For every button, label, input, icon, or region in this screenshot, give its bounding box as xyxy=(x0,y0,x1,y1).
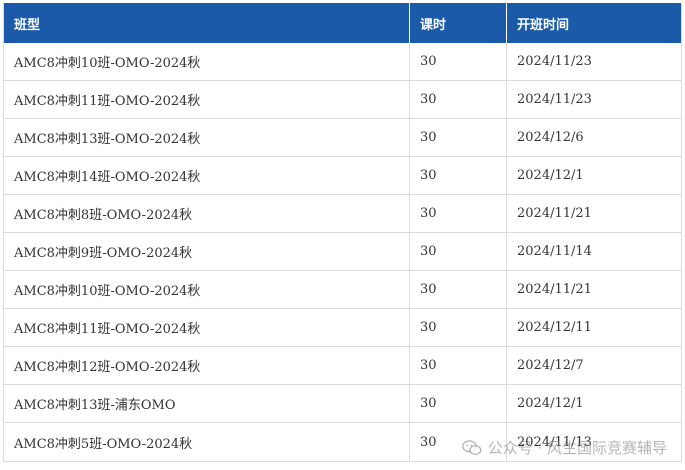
hours-cell: 30 xyxy=(410,81,507,118)
table-row: AMC8冲刺10班-OMO-2024秋 30 2024/11/23 xyxy=(4,43,681,81)
hours-cell: 30 xyxy=(410,385,507,422)
class-type-cell: AMC8冲刺10班-OMO-2024秋 xyxy=(4,271,410,308)
start-date-cell: 2024/11/21 xyxy=(517,206,592,221)
class-type-cell: AMC8冲刺8班-OMO-2024秋 xyxy=(4,195,410,232)
table-row: AMC8冲刺11班-OMO-2024秋 30 2024/11/23 xyxy=(4,81,681,119)
class-type-cell: AMC8冲刺11班-OMO-2024秋 xyxy=(4,81,410,118)
class-type-cell: AMC8冲刺5班-OMO-2024秋 xyxy=(4,423,410,461)
class-type-cell: AMC8冲刺10班-OMO-2024秋 xyxy=(4,43,410,80)
start-date-cell: 2024/12/1 xyxy=(517,168,584,183)
table-row: AMC8冲刺11班-OMO-2024秋 30 2024/12/11 xyxy=(4,309,681,347)
hours-cell: 30 xyxy=(410,43,507,80)
table-row: AMC8冲刺14班-OMO-2024秋 30 2024/12/1 xyxy=(4,157,681,195)
start-date-cell: 2024/11/23 xyxy=(517,92,592,107)
hours-cell: 30 xyxy=(410,119,507,156)
start-date-cell: 2024/11/14 xyxy=(517,244,592,259)
table-row: AMC8冲刺13班-OMO-2024秋 30 2024/12/6 xyxy=(4,119,681,157)
hours-cell: 30 xyxy=(410,347,507,384)
class-type-cell: AMC8冲刺11班-OMO-2024秋 xyxy=(4,309,410,346)
class-type-cell: AMC8冲刺13班-OMO-2024秋 xyxy=(4,119,410,156)
table-header-row: 班型 课时 开班时间 xyxy=(4,3,681,43)
start-date-cell: 2024/12/1 xyxy=(517,396,584,411)
class-type-cell: AMC8冲刺9班-OMO-2024秋 xyxy=(4,233,410,270)
table-row: AMC8冲刺12班-OMO-2024秋 30 2024/12/7 xyxy=(4,347,681,385)
start-date-cell: 2024/12/7 xyxy=(517,358,584,373)
hours-cell: 30 xyxy=(410,195,507,232)
hours-cell: 30 xyxy=(410,309,507,346)
hours-cell: 30 xyxy=(410,233,507,270)
table-row: AMC8冲刺9班-OMO-2024秋 30 2024/11/14 xyxy=(4,233,681,271)
hours-cell: 30 xyxy=(410,157,507,194)
table-row: AMC8冲刺5班-OMO-2024秋 30 2024/11/13 xyxy=(4,423,681,461)
hours-cell: 30 xyxy=(410,423,507,461)
hours-cell: 30 xyxy=(410,271,507,308)
start-date-cell: 2024/11/23 xyxy=(517,54,592,69)
class-type-cell: AMC8冲刺14班-OMO-2024秋 xyxy=(4,157,410,194)
header-class-type: 班型 xyxy=(4,3,410,43)
start-date-cell: 2024/11/13 xyxy=(517,434,592,450)
header-start-date: 开班时间 xyxy=(517,17,570,33)
table-row: AMC8冲刺10班-OMO-2024秋 30 2024/11/21 xyxy=(4,271,681,309)
class-schedule-table: 班型 课时 开班时间 AMC8冲刺10班-OMO-2024秋 30 2024/1… xyxy=(3,3,682,462)
table-row: AMC8冲刺8班-OMO-2024秋 30 2024/11/21 xyxy=(4,195,681,233)
class-type-cell: AMC8冲刺12班-OMO-2024秋 xyxy=(4,347,410,384)
start-date-cell: 2024/12/6 xyxy=(517,130,584,145)
start-date-cell: 2024/11/21 xyxy=(517,282,592,297)
header-hours: 课时 xyxy=(410,3,507,43)
table-row: AMC8冲刺13班-浦东OMO 30 2024/12/1 xyxy=(4,385,681,423)
class-type-cell: AMC8冲刺13班-浦东OMO xyxy=(4,385,410,422)
start-date-cell: 2024/12/11 xyxy=(517,320,592,335)
